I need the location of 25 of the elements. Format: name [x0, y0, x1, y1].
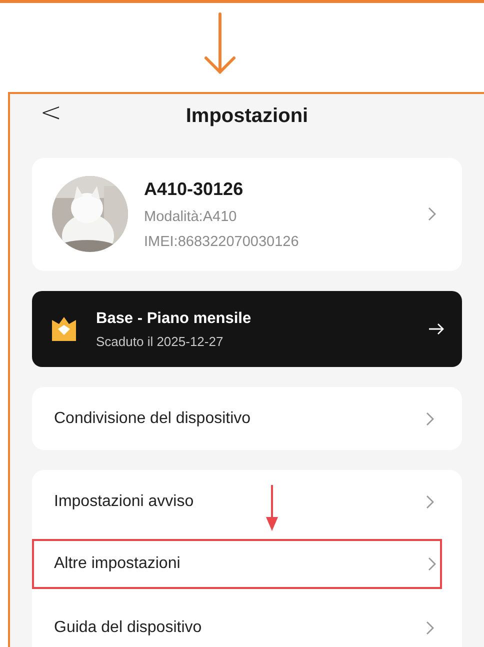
device-model: Modalità:A410 [144, 208, 238, 224]
arrow-right-icon [428, 323, 444, 335]
menu-item-label: Condivisione del dispositivo [54, 410, 251, 428]
menu-item[interactable]: Impostazioni avviso [32, 470, 462, 533]
device-imei: IMEI:868322070030126 [144, 234, 300, 250]
plan-card[interactable]: Base - Piano mensile Scaduto il 2025-12-27 [32, 291, 462, 367]
plan-expiry: Scaduto il 2025-12-27 [96, 334, 224, 348]
device-name: A410-30126 [144, 178, 244, 200]
chevron-right-icon [426, 412, 434, 426]
menu-item[interactable]: Guida del dispositivo [32, 596, 462, 647]
crown-icon [50, 316, 78, 342]
chevron-right-icon [426, 620, 434, 634]
menu-item-label: Altre impostazioni [54, 555, 180, 573]
page-title: Impostazioni [186, 104, 308, 128]
chevron-right-icon [428, 207, 436, 221]
plan-title: Base - Piano mensile [96, 310, 252, 328]
menu-item-label: Guida del dispositivo [54, 618, 202, 636]
pointer-arrow-icon [266, 485, 278, 531]
chevron-right-icon [428, 557, 436, 571]
device-card[interactable]: A410-30126 Modalità:A410 IMEI:868322070030126 [32, 158, 462, 271]
down-arrow-icon [203, 12, 237, 76]
back-button[interactable]: < [40, 98, 62, 128]
menu-item-label: Impostazioni avviso [54, 492, 194, 510]
chevron-right-icon [426, 494, 434, 508]
menu-item[interactable]: Condivisione del dispositivo [32, 387, 462, 450]
